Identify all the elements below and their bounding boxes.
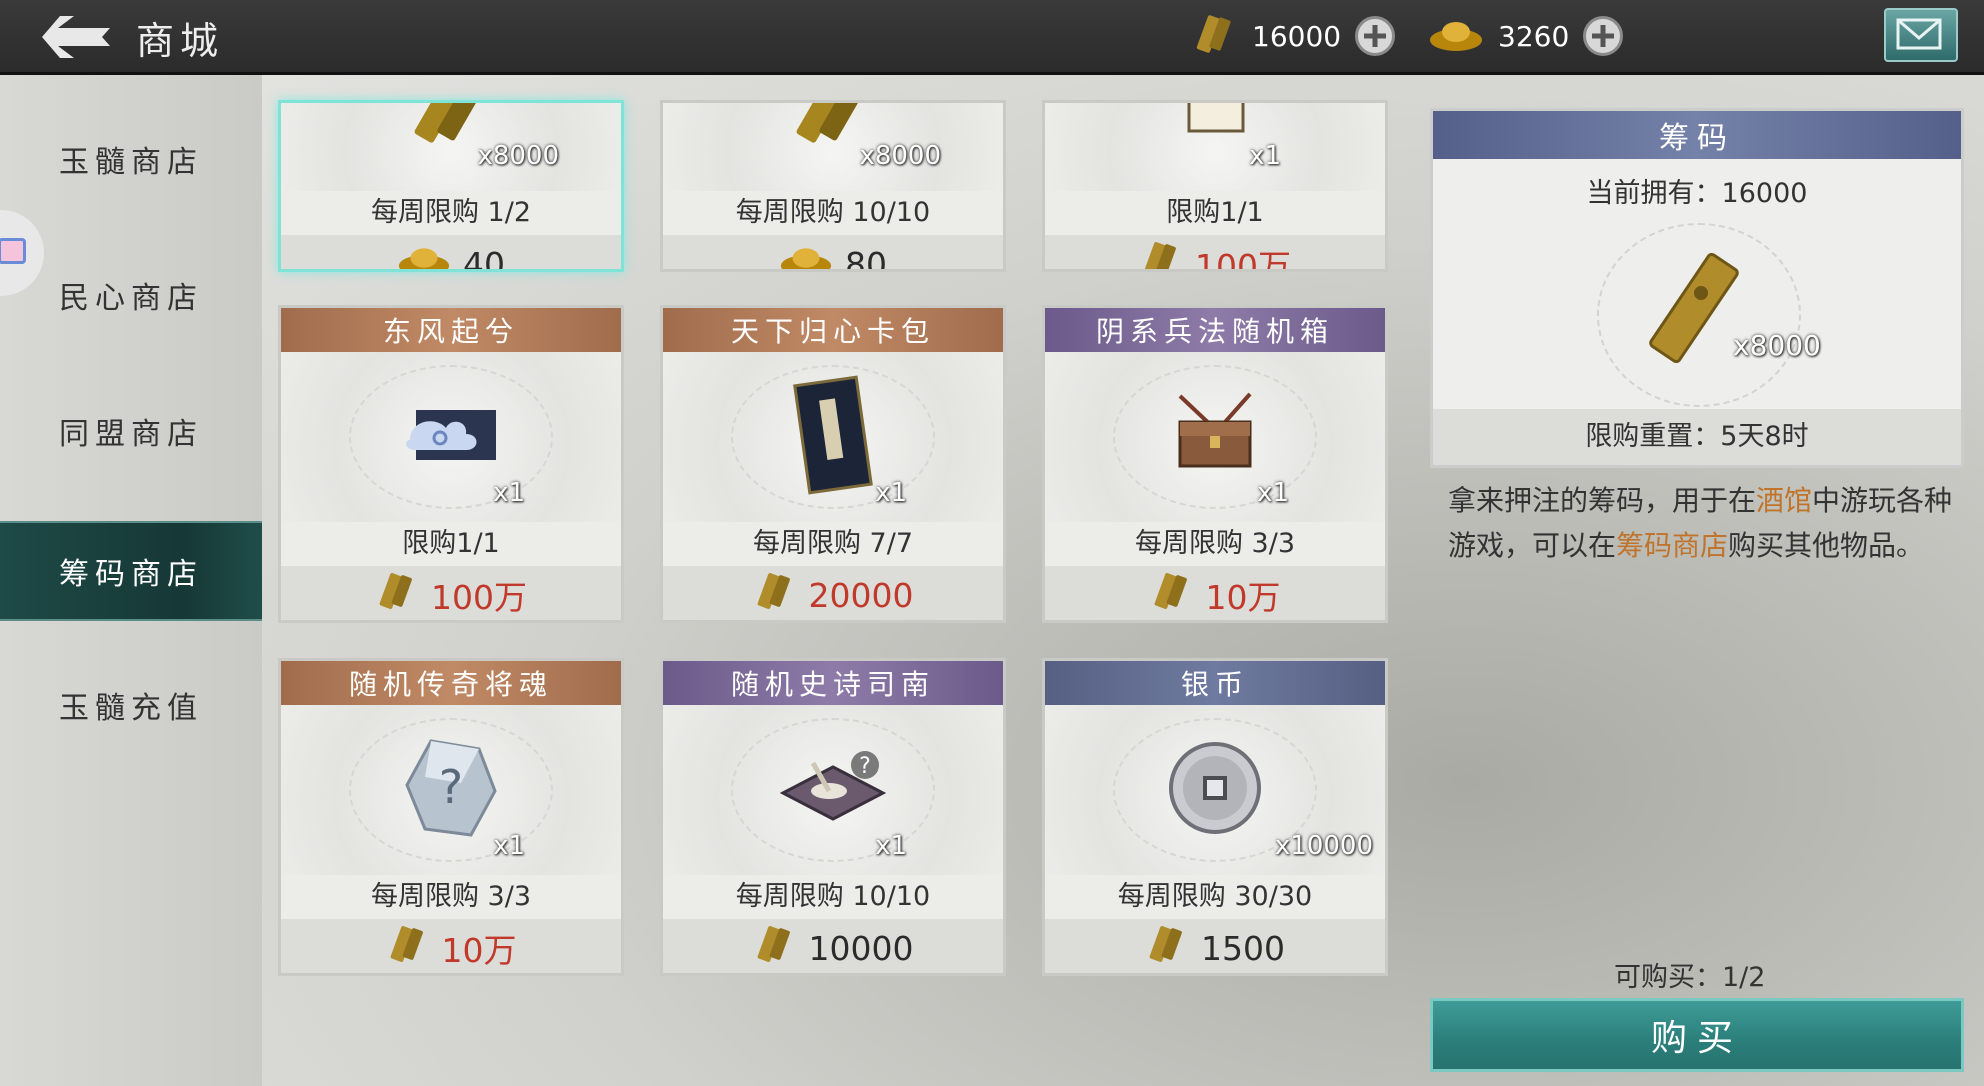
price-row: 100万 [1045, 235, 1385, 272]
top-bar: 商城 16000 3260 [0, 0, 1984, 75]
shop-card-chip-8000-a[interactable]: x8000 每周限购 1/2 40 [278, 100, 624, 272]
price-value: 100万 [431, 578, 527, 617]
sidebar-item-jade-shop[interactable]: 玉髓商店 [0, 111, 262, 207]
card-pack-book-icon [788, 375, 878, 499]
item-quantity: x1 [875, 478, 907, 508]
price-row: 80 [663, 235, 1003, 272]
gold-ingot-icon [779, 240, 833, 269]
item-quantity: x1 [493, 831, 525, 861]
add-ingot-button[interactable] [1583, 16, 1624, 56]
purchase-limit: 每周限购 3/3 [1134, 528, 1296, 559]
price-row: 100万 [281, 566, 621, 620]
chip-token-icon [386, 922, 430, 973]
chip-token-icon [1139, 238, 1183, 269]
card-title: 随机史诗司南 [663, 661, 1003, 705]
price-row: 40 [281, 235, 621, 272]
price-value: 10万 [441, 931, 517, 970]
add-token-button[interactable] [1355, 16, 1396, 56]
card-title: 随机传奇将魂 [281, 661, 621, 705]
detail-quantity: x8000 [1733, 329, 1821, 362]
price-value: 1500 [1201, 928, 1285, 968]
ingot-currency: 3260 [1428, 14, 1624, 58]
price-row: 10000 [663, 919, 1003, 973]
svg-text:?: ? [859, 754, 871, 779]
price-row: 10万 [1045, 566, 1385, 620]
shop-card-epic-compass[interactable]: 随机史诗司南 ? x1 每周限购 10/10 10000 [660, 658, 1006, 976]
price-value: 10万 [1205, 578, 1281, 617]
card-title: 天下归心卡包 [663, 308, 1003, 352]
chip-token-icon [1150, 569, 1194, 620]
treasure-chest-icon [1160, 390, 1270, 484]
item-detail-panel: 筹码 当前拥有：16000 x8000 限购重置：5天8时 [1430, 108, 1964, 468]
item-quantity: x1 [875, 831, 907, 861]
limit-reset-timer: 限购重置：5天8时 [1433, 409, 1961, 465]
shop-card-scroll[interactable]: x1 限购1/1 100万 [1042, 100, 1388, 272]
chip-shop-link: 筹码商店 [1616, 529, 1729, 562]
sidebar-item-alliance-shop[interactable]: 同盟商店 [0, 383, 262, 479]
svg-text:?: ? [439, 760, 463, 814]
sidebar-item-chip-shop[interactable]: 筹码商店 [0, 521, 262, 621]
shop-card-chip-8000-b[interactable]: x8000 每周限购 10/10 80 [660, 100, 1006, 272]
gold-ingot-icon [397, 240, 451, 269]
purchase-limit: 每周限购 10/10 [735, 197, 931, 228]
price-value: 100万 [1195, 247, 1291, 272]
card-title: 东风起兮 [281, 308, 621, 352]
item-quantity: x1 [493, 478, 525, 508]
item-quantity: x10000 [1274, 831, 1373, 861]
chip-token-icon [375, 569, 419, 620]
price-row: 10万 [281, 919, 621, 973]
purchase-limit: 每周限购 1/2 [370, 197, 532, 228]
sidebar-item-jade-recharge[interactable]: 玉髓充值 [0, 657, 262, 753]
shop-sidebar: 玉髓商店 民心商店 同盟商店 筹码商店 玉髓充值 [0, 75, 262, 1086]
item-quantity: x1 [1249, 141, 1281, 171]
wind-cloud-icon [396, 400, 506, 474]
chip-token-icon [1192, 12, 1238, 60]
item-quantity: x8000 [859, 141, 941, 171]
item-quantity: x1 [1257, 478, 1289, 508]
purchasable-count: 可购买：1/2 [1614, 962, 1766, 993]
scroll-icon [1175, 103, 1255, 145]
back-arrow-icon[interactable] [40, 12, 112, 62]
chip-token-icon [753, 569, 797, 620]
item-description: 拿来押注的筹码，用于在酒馆中游玩各种游戏，可以在筹码商店购买其他物品。 [1448, 484, 1953, 562]
token-currency: 16000 [1192, 12, 1396, 60]
card-title: 银币 [1045, 661, 1385, 705]
purchase-limit: 每周限购 10/10 [735, 881, 931, 912]
chip-token-icon [1145, 922, 1189, 973]
compass-icon: ? [773, 743, 893, 837]
purchase-limit: 限购1/1 [1166, 197, 1264, 228]
mail-icon[interactable] [1884, 8, 1958, 62]
price-value: 10000 [808, 928, 914, 968]
token-amount: 16000 [1252, 19, 1342, 53]
shop-card-tactic-chest[interactable]: 阴系兵法随机箱 x1 每周限购 3/3 10万 [1042, 305, 1388, 623]
purchase-limit: 每周限购 3/3 [370, 881, 532, 912]
detail-owned: 当前拥有：16000 [1586, 178, 1808, 209]
item-quantity: x8000 [477, 141, 559, 171]
chip-token-icon [753, 922, 797, 973]
price-value: 40 [463, 244, 505, 272]
purchase-limit: 每周限购 7/7 [752, 528, 914, 559]
price-row: 1500 [1045, 919, 1385, 973]
detail-title: 筹码 [1433, 111, 1961, 159]
shop-card-east-wind[interactable]: 东风起兮 x1 限购1/1 100万 [278, 305, 624, 623]
purchase-limit: 每周限购 30/30 [1117, 881, 1313, 912]
card-title: 阴系兵法随机箱 [1045, 308, 1385, 352]
mystery-crystal-icon: ? [401, 733, 501, 847]
tavern-link: 酒馆 [1756, 484, 1813, 517]
price-row: 20000 [663, 566, 1003, 620]
buy-button[interactable]: 购买 [1430, 998, 1964, 1072]
shop-card-silver-coin[interactable]: 银币 x10000 每周限购 30/30 1500 [1042, 658, 1388, 976]
shop-card-card-pack[interactable]: 天下归心卡包 x1 每周限购 7/7 20000 [660, 305, 1006, 623]
gold-ingot-icon [1428, 14, 1484, 58]
silver-coin-icon [1165, 738, 1265, 842]
ingot-amount: 3260 [1498, 19, 1570, 53]
page-title: 商城 [136, 19, 225, 63]
price-value: 80 [845, 244, 887, 272]
price-value: 20000 [808, 575, 914, 615]
purchase-limit: 限购1/1 [402, 528, 500, 559]
shop-card-legend-soul[interactable]: 随机传奇将魂 ? x1 每周限购 3/3 10万 [278, 658, 624, 976]
